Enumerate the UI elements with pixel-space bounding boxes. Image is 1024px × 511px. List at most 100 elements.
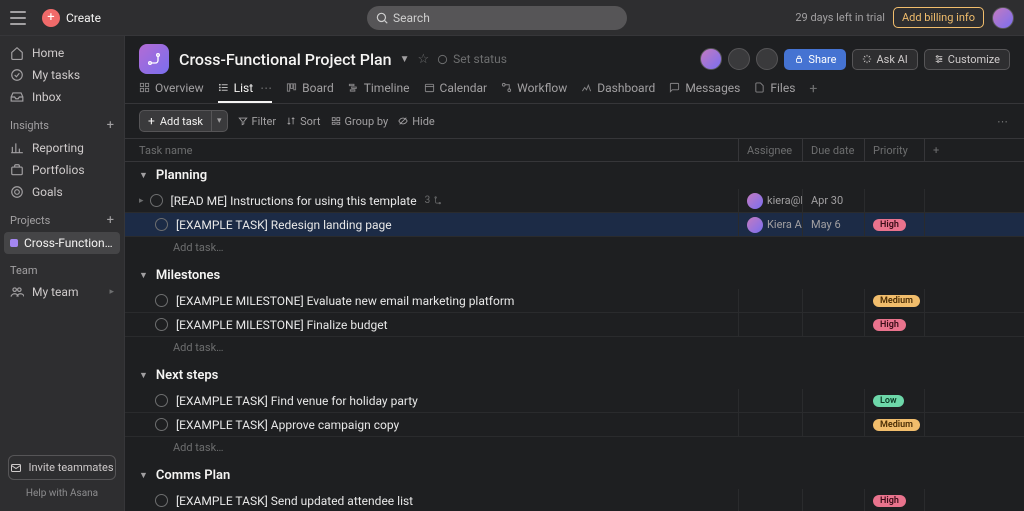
add-task-dropdown[interactable]: ▾ — [212, 110, 228, 132]
tab-board[interactable]: Board — [286, 74, 334, 103]
complete-checkbox[interactable] — [155, 394, 168, 407]
extra-cell[interactable] — [924, 189, 1024, 212]
add-tab-button[interactable]: + — [809, 81, 817, 97]
due-date-cell[interactable] — [802, 489, 864, 511]
assignee-cell[interactable] — [738, 289, 802, 312]
tab-overview[interactable]: Overview — [139, 74, 204, 103]
section-title[interactable]: ▼Milestones — [125, 262, 1024, 289]
section-title[interactable]: ▼Planning — [125, 162, 1024, 189]
collapse-icon[interactable]: ▼ — [139, 170, 148, 181]
assignee-cell[interactable]: Kiera Abba… — [738, 213, 802, 236]
priority-cell[interactable]: Medium — [864, 413, 924, 436]
sidebar-item-goals[interactable]: Goals — [0, 181, 124, 203]
invite-teammates-button[interactable]: Invite teammates — [8, 455, 116, 480]
column-task-name[interactable]: Task name — [125, 144, 738, 157]
complete-checkbox[interactable] — [155, 494, 168, 507]
section-title[interactable]: ▼Comms Plan — [125, 462, 1024, 489]
due-date-cell[interactable] — [802, 389, 864, 412]
column-assignee[interactable]: Assignee — [738, 139, 802, 161]
sidebar-heading-insights[interactable]: Insights + — [0, 108, 124, 137]
sidebar-heading-projects[interactable]: Projects + — [0, 203, 124, 232]
due-date-cell[interactable]: May 6 — [802, 213, 864, 236]
project-title[interactable]: Cross-Functional Project Plan — [179, 50, 392, 69]
extra-cell[interactable] — [924, 413, 1024, 436]
search-input[interactable] — [367, 6, 627, 30]
complete-checkbox[interactable] — [155, 318, 168, 331]
ask-ai-button[interactable]: Ask AI — [852, 49, 917, 70]
share-button[interactable]: Share — [784, 49, 846, 70]
collapse-icon[interactable]: ▼ — [139, 270, 148, 281]
sidebar-item-my-team[interactable]: My team ▸ — [0, 281, 124, 303]
filter-button[interactable]: Filter — [238, 115, 277, 128]
task-row[interactable]: [EXAMPLE MILESTONE] Evaluate new email m… — [125, 289, 1024, 313]
due-date-cell[interactable] — [802, 289, 864, 312]
tab-dashboard[interactable]: Dashboard — [581, 74, 655, 103]
assignee-cell[interactable]: kiera@kiera… — [738, 189, 802, 212]
task-row[interactable]: [EXAMPLE TASK] Send updated attendee lis… — [125, 489, 1024, 511]
assignee-cell[interactable] — [738, 413, 802, 436]
sidebar-item-inbox[interactable]: Inbox — [0, 86, 124, 108]
priority-cell[interactable]: High — [864, 489, 924, 511]
assignee-cell[interactable] — [738, 389, 802, 412]
plus-icon[interactable]: + — [107, 213, 114, 228]
task-row[interactable]: [EXAMPLE TASK] Approve campaign copyMedi… — [125, 413, 1024, 437]
tab-workflow[interactable]: Workflow — [501, 74, 567, 103]
chevron-down-icon[interactable]: ▼ — [400, 54, 410, 65]
complete-checkbox[interactable] — [155, 218, 168, 231]
sidebar-project-active[interactable]: Cross-Functional Project… — [4, 232, 120, 254]
sidebar-item-reporting[interactable]: Reporting — [0, 137, 124, 159]
task-row[interactable]: [EXAMPLE TASK] Redesign landing pageKier… — [125, 213, 1024, 237]
customize-button[interactable]: Customize — [924, 49, 1010, 70]
collapse-icon[interactable]: ▼ — [139, 370, 148, 381]
plus-icon[interactable]: + — [107, 118, 114, 133]
due-date-cell[interactable] — [802, 413, 864, 436]
member-avatar[interactable] — [700, 48, 722, 70]
sidebar-item-my-tasks[interactable]: My tasks — [0, 64, 124, 86]
priority-cell[interactable]: High — [864, 313, 924, 336]
complete-checkbox[interactable] — [155, 294, 168, 307]
expand-subtasks-icon[interactable]: ▸ — [139, 196, 144, 206]
add-billing-button[interactable]: Add billing info — [893, 7, 984, 28]
task-row[interactable]: [EXAMPLE MILESTONE] Finalize budgetHigh — [125, 313, 1024, 337]
priority-cell[interactable]: High — [864, 213, 924, 236]
sidebar-item-portfolios[interactable]: Portfolios — [0, 159, 124, 181]
priority-cell[interactable]: Medium — [864, 289, 924, 312]
sidebar-item-home[interactable]: Home — [0, 42, 124, 64]
section-title[interactable]: ▼Next steps — [125, 362, 1024, 389]
add-task-inline[interactable]: Add task… — [125, 337, 1024, 362]
user-avatar[interactable] — [992, 7, 1014, 29]
column-due-date[interactable]: Due date — [802, 139, 864, 161]
help-link[interactable]: Help with Asana — [8, 480, 116, 503]
more-icon[interactable]: ⋯ — [260, 81, 272, 95]
extra-cell[interactable] — [924, 389, 1024, 412]
due-date-cell[interactable]: Apr 30 — [802, 189, 864, 212]
member-placeholder[interactable] — [756, 48, 778, 70]
due-date-cell[interactable] — [802, 313, 864, 336]
assignee-cell[interactable] — [738, 313, 802, 336]
extra-cell[interactable] — [924, 213, 1024, 236]
complete-checkbox[interactable] — [155, 418, 168, 431]
extra-cell[interactable] — [924, 313, 1024, 336]
collapse-icon[interactable]: ▼ — [139, 470, 148, 481]
sidebar-heading-team[interactable]: Team — [0, 254, 124, 281]
extra-cell[interactable] — [924, 289, 1024, 312]
member-placeholder[interactable] — [728, 48, 750, 70]
task-row[interactable]: [EXAMPLE TASK] Find venue for holiday pa… — [125, 389, 1024, 413]
menu-icon[interactable] — [10, 11, 26, 25]
hide-button[interactable]: Hide — [398, 115, 435, 128]
assignee-cell[interactable] — [738, 489, 802, 511]
add-task-button[interactable]: +Add task — [139, 110, 212, 132]
group-by-button[interactable]: Group by — [331, 115, 389, 128]
sort-button[interactable]: Sort — [286, 115, 320, 128]
task-row[interactable]: ▸[READ ME] Instructions for using this t… — [125, 189, 1024, 213]
extra-cell[interactable] — [924, 489, 1024, 511]
column-priority[interactable]: Priority — [864, 139, 924, 161]
add-column-button[interactable]: + — [924, 139, 1024, 161]
priority-cell[interactable]: Low — [864, 389, 924, 412]
tab-messages[interactable]: Messages — [669, 74, 740, 103]
add-task-inline[interactable]: Add task… — [125, 437, 1024, 462]
create-button[interactable]: + Create — [36, 5, 107, 31]
set-status-button[interactable]: Set status — [437, 52, 507, 66]
toolbar-more-button[interactable]: ⋯ — [997, 115, 1010, 128]
tab-timeline[interactable]: Timeline — [348, 74, 410, 103]
